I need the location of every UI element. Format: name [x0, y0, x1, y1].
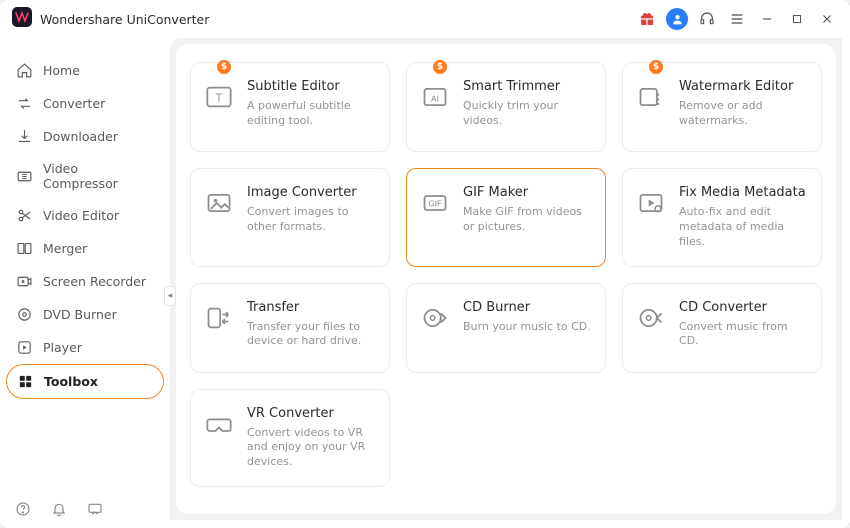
- tool-card-cd-converter[interactable]: CD Converter Convert music from CD.: [622, 283, 822, 373]
- help-icon[interactable]: [14, 500, 32, 518]
- tool-title: Fix Media Metadata: [679, 185, 807, 200]
- tool-card-watermark-editor[interactable]: $ Watermark Editor Remove or add waterma…: [622, 62, 822, 152]
- trim-icon: AI$: [421, 83, 449, 111]
- tool-card-gif-maker[interactable]: GIF GIF Maker Make GIF from videos or pi…: [406, 168, 606, 267]
- sidebar-item-label: Toolbox: [44, 374, 98, 389]
- disc-icon: [16, 306, 33, 323]
- sidebar-item-downloader[interactable]: Downloader: [6, 120, 164, 153]
- sidebar-item-merger[interactable]: Merger: [6, 232, 164, 265]
- minimize-button[interactable]: [756, 8, 778, 30]
- tool-description: Auto-fix and edit metadata of media file…: [679, 205, 807, 250]
- feedback-icon[interactable]: [86, 500, 104, 518]
- tool-description: Convert videos to VR and enjoy on your V…: [247, 426, 375, 471]
- sidebar: Home Converter Downloader Video Compressor V…: [0, 38, 170, 528]
- tool-description: A powerful subtitle editing tool.: [247, 99, 375, 129]
- sidebar-item-player[interactable]: Player: [6, 331, 164, 364]
- metadata-icon: [637, 189, 665, 217]
- app-title: Wondershare UniConverter: [40, 12, 209, 27]
- sidebar-item-home[interactable]: Home: [6, 54, 164, 87]
- tool-card-vr-converter[interactable]: VR Converter Convert videos to VR and en…: [190, 389, 390, 488]
- vr-icon: [205, 410, 233, 438]
- record-icon: [16, 273, 33, 290]
- cdburn-icon: [421, 304, 449, 332]
- tool-grid: T$ Subtitle Editor A powerful subtitle e…: [190, 62, 822, 487]
- sidebar-item-video-compressor[interactable]: Video Compressor: [6, 153, 164, 199]
- tool-card-transfer[interactable]: Transfer Transfer your files to device o…: [190, 283, 390, 373]
- download-icon: [16, 128, 33, 145]
- convert-icon: [16, 95, 33, 112]
- bell-icon[interactable]: [50, 500, 68, 518]
- merge-icon: [16, 240, 33, 257]
- sidebar-item-video-editor[interactable]: Video Editor: [6, 199, 164, 232]
- main-panel: T$ Subtitle Editor A powerful subtitle e…: [170, 38, 842, 520]
- sidebar-item-dvd-burner[interactable]: DVD Burner: [6, 298, 164, 331]
- tool-card-smart-trimmer[interactable]: AI$ Smart Trimmer Quickly trim your vide…: [406, 62, 606, 152]
- subtitle-icon: T$: [205, 83, 233, 111]
- tool-title: Transfer: [247, 300, 375, 315]
- tool-title: GIF Maker: [463, 185, 591, 200]
- app-logo-icon: [12, 7, 32, 31]
- tool-title: Image Converter: [247, 185, 375, 200]
- tool-card-image-converter[interactable]: Image Converter Convert images to other …: [190, 168, 390, 267]
- transfer-icon: [205, 304, 233, 332]
- premium-badge-icon: $: [649, 60, 663, 74]
- tool-title: CD Burner: [463, 300, 591, 315]
- sidebar-item-label: Merger: [43, 241, 87, 256]
- scissors-icon: [16, 207, 33, 224]
- sidebar-item-screen-recorder[interactable]: Screen Recorder: [6, 265, 164, 298]
- maximize-button[interactable]: [786, 8, 808, 30]
- main-window: Wondershare UniConverter Home Converter Do…: [0, 0, 850, 528]
- cdconvert-icon: [637, 304, 665, 332]
- tool-title: CD Converter: [679, 300, 807, 315]
- premium-badge-icon: $: [433, 60, 447, 74]
- tool-card-fix-media-metadata[interactable]: Fix Media Metadata Auto-fix and edit met…: [622, 168, 822, 267]
- tool-description: Convert music from CD.: [679, 320, 807, 350]
- tool-title: VR Converter: [247, 406, 375, 421]
- sidebar-item-label: Downloader: [43, 129, 118, 144]
- tool-description: Make GIF from videos or pictures.: [463, 205, 591, 235]
- home-icon: [16, 62, 33, 79]
- tool-description: Burn your music to CD.: [463, 320, 591, 335]
- gift-icon[interactable]: [636, 8, 658, 30]
- sidebar-collapse-button[interactable]: ◂: [164, 286, 176, 306]
- user-avatar-icon[interactable]: [666, 8, 688, 30]
- sidebar-item-label: Player: [43, 340, 82, 355]
- svg-text:GIF: GIF: [428, 199, 442, 209]
- image-icon: [205, 189, 233, 217]
- tool-card-subtitle-editor[interactable]: T$ Subtitle Editor A powerful subtitle e…: [190, 62, 390, 152]
- play-icon: [16, 339, 33, 356]
- gif-icon: GIF: [421, 189, 449, 217]
- sidebar-item-converter[interactable]: Converter: [6, 87, 164, 120]
- watermark-icon: $: [637, 83, 665, 111]
- tool-description: Transfer your files to device or hard dr…: [247, 320, 375, 350]
- tool-description: Convert images to other formats.: [247, 205, 375, 235]
- toolbox-icon: [17, 373, 34, 390]
- footer-bar: [14, 500, 104, 518]
- tool-card-cd-burner[interactable]: CD Burner Burn your music to CD.: [406, 283, 606, 373]
- sidebar-item-label: Home: [43, 63, 80, 78]
- svg-text:AI: AI: [431, 94, 439, 104]
- sidebar-item-label: Converter: [43, 96, 105, 111]
- tool-title: Watermark Editor: [679, 79, 807, 94]
- sidebar-item-label: Screen Recorder: [43, 274, 146, 289]
- tool-description: Remove or add watermarks.: [679, 99, 807, 129]
- menu-icon[interactable]: [726, 8, 748, 30]
- svg-text:T: T: [215, 93, 223, 105]
- close-button[interactable]: [816, 8, 838, 30]
- sidebar-item-label: DVD Burner: [43, 307, 117, 322]
- tool-title: Subtitle Editor: [247, 79, 375, 94]
- tool-description: Quickly trim your videos.: [463, 99, 591, 129]
- sidebar-item-toolbox[interactable]: Toolbox: [6, 364, 164, 399]
- tool-title: Smart Trimmer: [463, 79, 591, 94]
- support-icon[interactable]: [696, 8, 718, 30]
- titlebar: Wondershare UniConverter: [0, 0, 850, 38]
- compress-icon: [16, 168, 33, 185]
- sidebar-item-label: Video Editor: [43, 208, 119, 223]
- premium-badge-icon: $: [217, 60, 231, 74]
- sidebar-item-label: Video Compressor: [43, 161, 154, 191]
